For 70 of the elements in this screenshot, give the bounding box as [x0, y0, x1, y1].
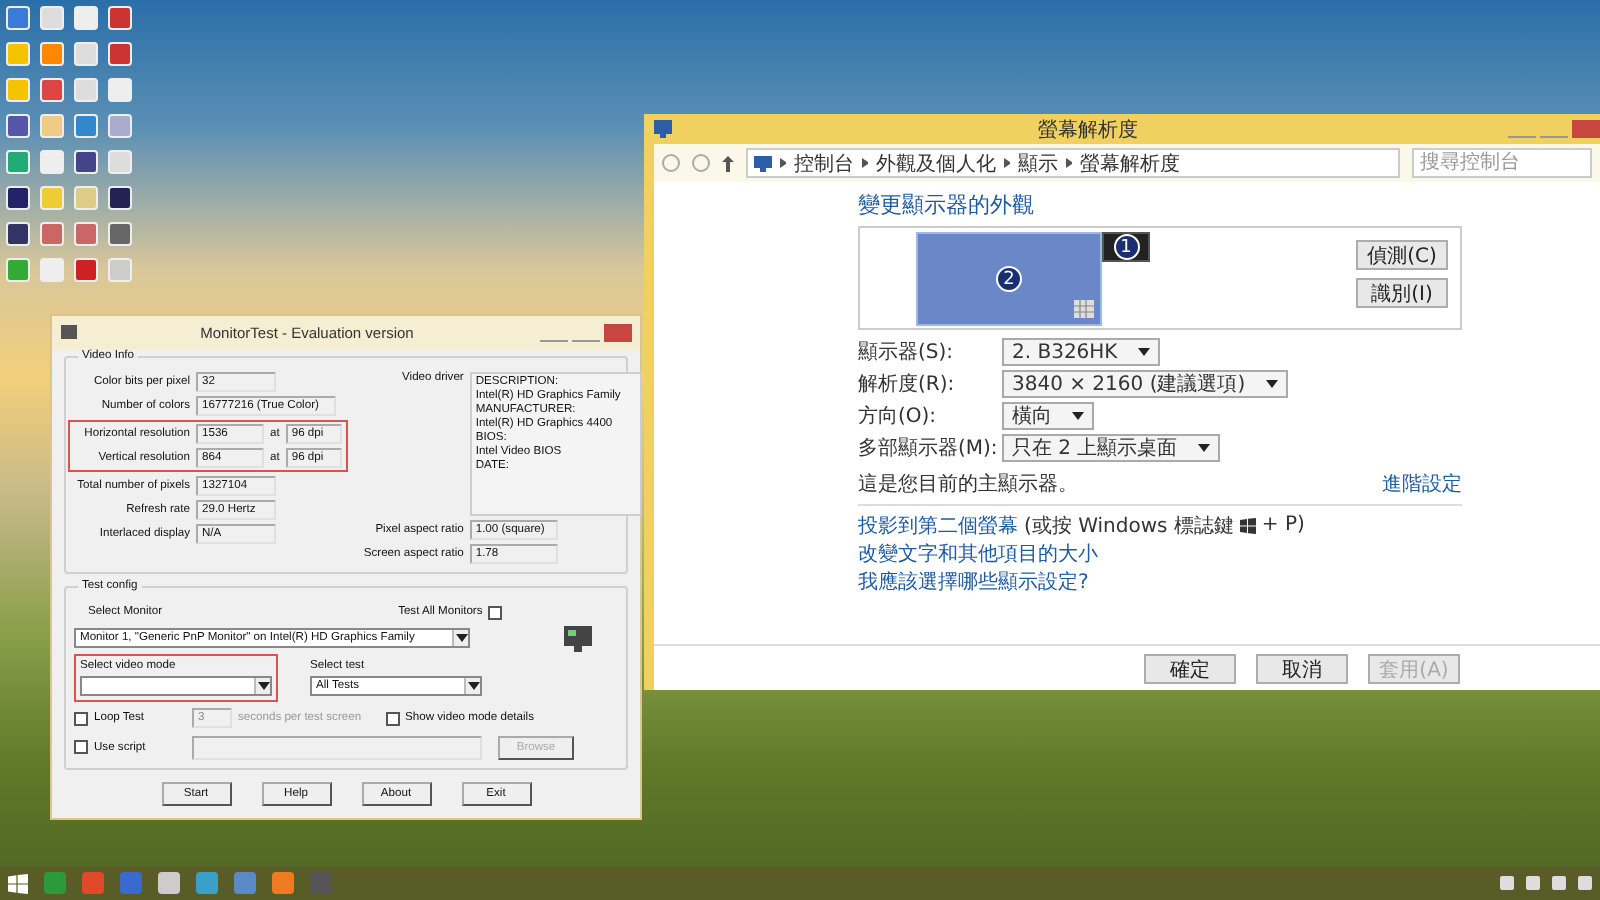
forward-button[interactable]	[692, 154, 710, 172]
setting-dropdown[interactable]: 3840 × 2160 (建議選項)	[1002, 370, 1288, 398]
shortcut-hint: + P)	[1261, 514, 1305, 536]
dialog-button[interactable]: 確定	[1144, 653, 1236, 683]
page-heading: 變更顯示器的外觀	[858, 190, 1036, 220]
monitor-tile[interactable]: 1	[1102, 232, 1150, 262]
setting-label: 方向(O):	[858, 403, 939, 430]
chevron-icon	[1066, 158, 1072, 168]
help-link[interactable]: 我應該選擇哪些顯示設定?	[858, 567, 1089, 595]
caret-down-icon	[1197, 444, 1210, 452]
checkbox[interactable]	[74, 711, 88, 725]
start-icon[interactable]	[8, 873, 28, 893]
grid-icon	[1074, 300, 1094, 318]
taskbar-app-icon[interactable]	[272, 872, 294, 894]
desktop-shortcut-icon[interactable]	[6, 222, 30, 246]
chevron-icon	[1004, 158, 1010, 168]
setting-label: 多部顯示器(M):	[858, 435, 1000, 462]
checkbox[interactable]	[385, 711, 400, 725]
monitor-icon	[562, 624, 594, 652]
taskbar-app-icon[interactable]	[234, 872, 256, 894]
address-bar[interactable]: 控制台 外觀及個人化 顯示 螢幕解析度	[746, 148, 1400, 178]
panel-button[interactable]: 偵測(C)	[1356, 240, 1448, 270]
checkbox[interactable]	[74, 740, 88, 754]
taskbar-app-icon[interactable]	[120, 872, 142, 894]
desktop-shortcut-icon[interactable]	[6, 186, 30, 210]
taskbar-app-icon[interactable]	[82, 872, 104, 894]
monitor-icon	[654, 120, 672, 138]
breadcrumb-item[interactable]: 顯示	[1018, 149, 1058, 177]
shortcut-hint: (或按 Windows 標誌鍵	[1024, 513, 1234, 539]
window-title: 螢幕解析度	[1036, 117, 1140, 143]
project-link[interactable]: 投影到第二個螢幕	[858, 511, 1018, 539]
caret-down-icon	[467, 682, 479, 690]
primary-display-note: 這是您目前的主顯示器。	[858, 471, 1078, 498]
caret-down-icon	[1265, 380, 1278, 388]
video-mode-dropdown[interactable]	[80, 676, 272, 696]
script-field[interactable]	[192, 735, 482, 759]
app-icon	[60, 324, 78, 342]
monitor-icon	[754, 155, 772, 171]
monitor-number: 1	[1113, 234, 1139, 260]
taskbar-app-icon[interactable]	[196, 872, 218, 894]
taskbar-app-icon[interactable]	[158, 872, 180, 894]
desktop-shortcut-icon[interactable]	[6, 114, 30, 138]
panel-button[interactable]: 識別(I)	[1356, 278, 1448, 308]
caret-down-icon	[455, 634, 467, 642]
caret-down-icon	[1137, 348, 1150, 356]
setting-dropdown[interactable]: 只在 2 上顯示桌面	[1002, 434, 1220, 462]
monitor-tile[interactable]: 2	[916, 232, 1102, 326]
breadcrumb-item[interactable]: 控制台	[794, 149, 854, 177]
breadcrumb-item[interactable]: 外觀及個人化	[876, 149, 996, 177]
chevron-icon	[862, 158, 868, 168]
caret-down-icon	[1072, 412, 1084, 420]
desktop-shortcut-icon[interactable]	[74, 150, 98, 174]
desktop-shortcut-icon[interactable]	[108, 186, 132, 210]
setting-dropdown[interactable]: 橫向	[1002, 402, 1094, 430]
checkbox[interactable]	[488, 605, 503, 619]
help-link[interactable]: 改變文字和其他項目的大小	[858, 539, 1098, 567]
back-button[interactable]	[662, 154, 680, 172]
monitor-number: 2	[996, 266, 1022, 292]
setting-dropdown[interactable]: 2. B326HK	[1002, 338, 1160, 366]
setting-label: 解析度(R):	[858, 371, 957, 398]
up-arrow-icon[interactable]	[722, 155, 734, 171]
windows-logo-icon	[1239, 517, 1256, 533]
chevron-icon	[780, 158, 786, 168]
breadcrumb-item[interactable]: 螢幕解析度	[1080, 149, 1180, 177]
advanced-settings-link[interactable]: 進階設定	[1382, 470, 1462, 498]
setting-label: 顯示器(S):	[858, 339, 956, 366]
dialog-button[interactable]: 取消	[1256, 653, 1348, 683]
taskbar-app-icon[interactable]	[44, 872, 66, 894]
search-field[interactable]: 搜尋控制台	[1412, 148, 1592, 178]
caret-down-icon	[257, 682, 269, 690]
